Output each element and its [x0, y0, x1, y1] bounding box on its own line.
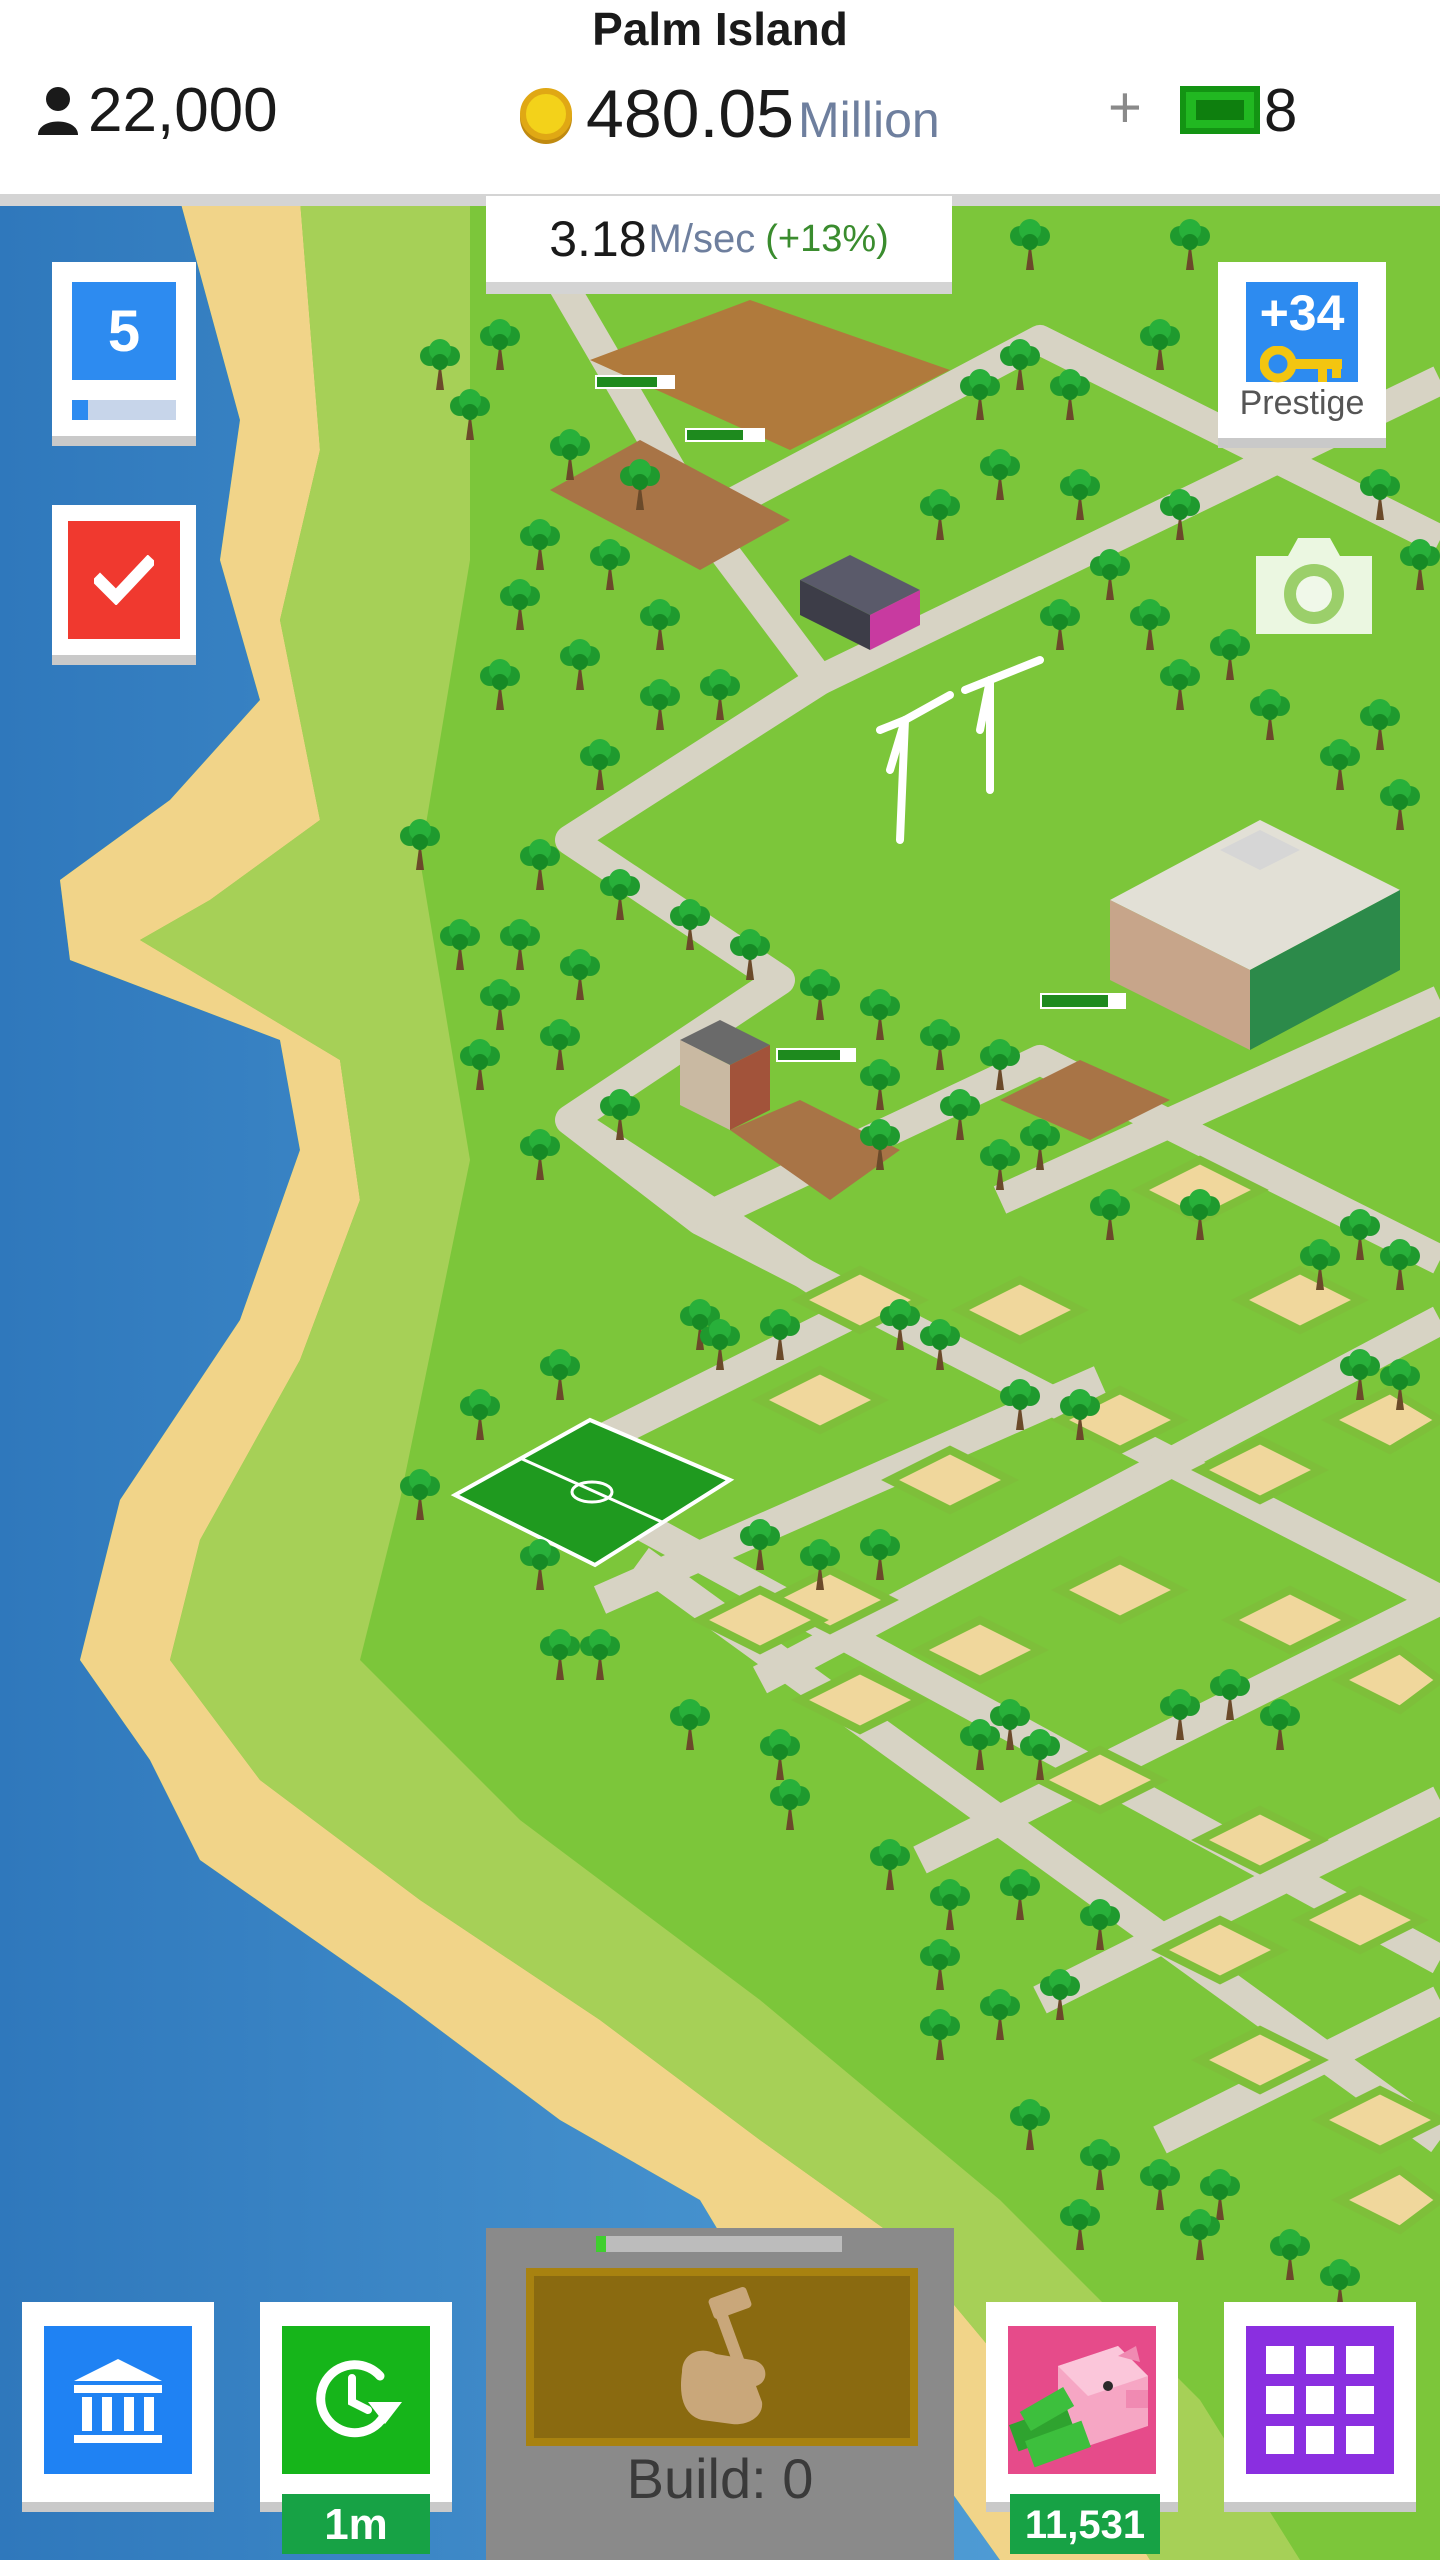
- income-rate: 3.18 M/sec (+13%): [486, 196, 952, 294]
- key-icon: [1260, 346, 1342, 383]
- piggy-bank-button[interactable]: [986, 2302, 1178, 2502]
- prestige-label: Prestige: [1239, 384, 1365, 422]
- build-label: Build: 0: [626, 2447, 814, 2510]
- build-button[interactable]: [526, 2268, 918, 2446]
- coin-icon: [520, 88, 572, 140]
- build-progress-bar: [596, 2236, 842, 2252]
- prestige-value: +34: [1259, 285, 1345, 341]
- cash-count: 8: [1264, 77, 1298, 144]
- cash-icon[interactable]: [1180, 86, 1260, 134]
- camera-icon: [1256, 538, 1372, 634]
- time-boost-button[interactable]: [260, 2302, 452, 2502]
- income-value: 3.18: [549, 211, 647, 267]
- buy-cash-button[interactable]: +: [1108, 74, 1142, 141]
- build-panel: Build: 0: [486, 2228, 954, 2560]
- level-progress-fill: [72, 400, 88, 420]
- hammer-hand-icon: [680, 2286, 766, 2425]
- money-value: 480.05: [586, 76, 794, 152]
- level-number: 5: [72, 282, 176, 380]
- level-progress-bar: [72, 400, 176, 420]
- checkmark-icon: [94, 555, 154, 605]
- population-value: 22,000: [88, 75, 278, 145]
- population-display: 22,000: [36, 70, 278, 150]
- bank-button[interactable]: [22, 2302, 214, 2502]
- island-title: Palm Island: [592, 3, 848, 55]
- top-bar: Palm Island 22,000 480.05 Million + 8: [0, 0, 1440, 206]
- level-button[interactable]: 5: [52, 262, 196, 436]
- boost-time-label: 1m: [282, 2494, 430, 2554]
- bank-icon: [74, 2359, 162, 2443]
- money-unit: Million: [797, 92, 940, 148]
- grid-menu-icon: [1246, 2326, 1394, 2474]
- camera-button[interactable]: [1246, 530, 1382, 645]
- piggy-bank-value: 11,531: [1010, 2494, 1160, 2554]
- clock-refresh-icon: [316, 2360, 402, 2438]
- piggy-bank-icon: [1009, 2346, 1148, 2468]
- prestige-button[interactable]: +34 Prestige: [1218, 262, 1386, 438]
- money-display: 480.05 Million: [520, 70, 940, 158]
- income-bonus: (+13%): [765, 217, 889, 260]
- income-unit: M/sec: [648, 216, 756, 261]
- menu-grid-button[interactable]: [1224, 2302, 1416, 2502]
- person-icon: [38, 87, 78, 135]
- build-progress-fill: [596, 2236, 606, 2252]
- tasks-button[interactable]: [52, 505, 196, 655]
